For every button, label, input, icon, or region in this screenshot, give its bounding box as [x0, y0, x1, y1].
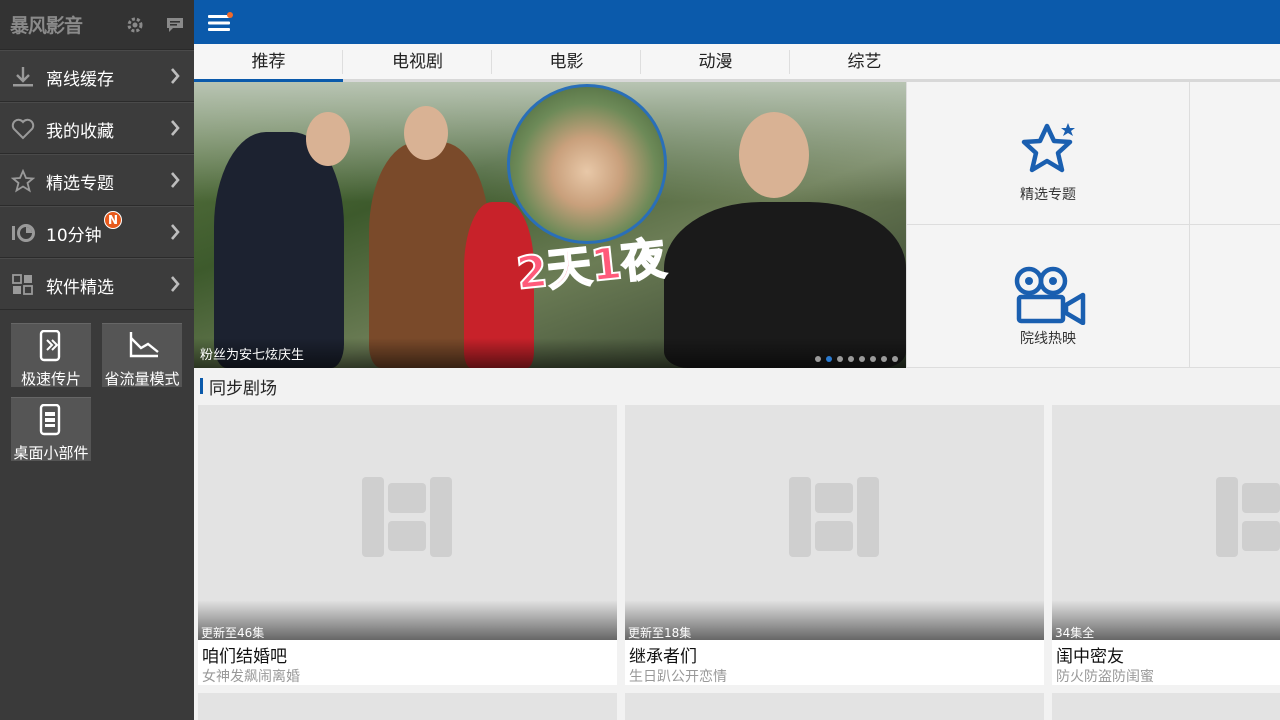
banner-caption-bar: 粉丝为安七炫庆生	[194, 338, 906, 368]
feature-featured-topics[interactable]: 精选专题	[906, 82, 1189, 225]
tile-widget[interactable]: 桌面小部件	[11, 397, 91, 462]
pager-dot[interactable]	[815, 356, 821, 362]
sidebar-item-favorites[interactable]: 我的收藏	[0, 102, 194, 154]
video-card-next-row[interactable]	[198, 693, 617, 720]
film-placeholder-icon	[789, 477, 879, 557]
video-thumbnail	[198, 405, 617, 640]
tab-movies[interactable]: 电影	[492, 44, 641, 80]
sidebar-item-label: 10分钟	[46, 226, 102, 246]
gear-icon[interactable]	[126, 16, 144, 34]
chevron-right-icon	[171, 224, 180, 240]
hero-banner[interactable]: 2天1夜 粉丝为安七炫庆生	[194, 82, 906, 368]
tile-data-saver[interactable]: 省流量模式	[102, 323, 182, 388]
category-tabs: 推荐 电视剧 电影 动漫 综艺	[194, 44, 1280, 82]
video-subtitle: 女神发飙闹离婚	[202, 669, 300, 685]
data-saver-icon	[129, 332, 159, 358]
show-logo-text: 2天1夜	[513, 232, 669, 300]
feature-tile-empty[interactable]	[1189, 225, 1280, 368]
video-card[interactable]: 34集全 闺中密友 防火防盗防闺蜜	[1052, 405, 1280, 685]
video-subtitle: 防火防盗防闺蜜	[1056, 669, 1154, 685]
feature-tile-empty[interactable]	[1189, 82, 1280, 225]
section-title: 同步剧场	[209, 378, 277, 399]
app-logo: 暴风影音	[10, 15, 83, 37]
film-placeholder-icon	[1216, 477, 1280, 557]
new-badge: N	[104, 211, 122, 229]
phone-transfer-icon	[39, 330, 61, 362]
sidebar-item-label: 离线缓存	[46, 70, 114, 90]
chevron-right-icon	[171, 276, 180, 292]
download-icon	[13, 67, 33, 87]
section-header: 同步剧场	[200, 376, 277, 399]
sidebar-item-ten-minutes[interactable]: 10分钟 N	[0, 206, 194, 258]
tab-recommended[interactable]: 推荐	[194, 44, 343, 82]
sidebar-item-featured-topics[interactable]: 精选专题	[0, 154, 194, 206]
notification-dot	[227, 12, 233, 18]
film-placeholder-icon	[362, 477, 452, 557]
sidebar: 暴风影音 离线缓存 我的收藏 精选专题 10分钟 N 软件精选 极速传片 省流量…	[0, 0, 194, 720]
sidebar-item-apps[interactable]: 软件精选	[0, 258, 194, 310]
episode-status: 34集全	[1055, 626, 1095, 640]
episode-status: 更新至46集	[201, 626, 265, 640]
tile-label: 省流量模式	[104, 370, 180, 388]
apps-grid-icon	[12, 274, 33, 295]
banner-figure-head	[739, 112, 809, 198]
video-title: 闺中密友	[1056, 647, 1124, 667]
pager-dot[interactable]	[870, 356, 876, 362]
feature-label: 精选专题	[1020, 187, 1076, 203]
video-subtitle: 生日趴公开恋情	[629, 669, 727, 685]
pager-dot[interactable]	[892, 356, 898, 362]
sidebar-header: 暴风影音	[0, 0, 194, 50]
video-thumbnail	[1052, 405, 1280, 640]
heart-icon	[11, 118, 35, 140]
sidebar-item-label: 精选专题	[46, 174, 114, 194]
episode-status: 更新至18集	[628, 626, 692, 640]
pager-dot[interactable]	[837, 356, 843, 362]
ten-minutes-icon	[12, 224, 35, 242]
video-title: 咱们结婚吧	[202, 647, 287, 667]
message-icon[interactable]	[166, 17, 184, 33]
section-accent-bar	[200, 378, 203, 394]
tile-label: 极速传片	[20, 370, 81, 388]
video-thumbnail	[625, 405, 1044, 640]
banner-figure	[214, 132, 344, 368]
video-card[interactable]: 更新至46集 咱们结婚吧 女神发飙闹离婚	[198, 405, 617, 685]
star-icon	[1021, 123, 1075, 173]
video-title: 继承者们	[629, 647, 697, 667]
banner-figure-head	[306, 112, 350, 166]
star-icon	[11, 169, 35, 193]
tab-variety[interactable]: 综艺	[790, 44, 939, 80]
tab-tv-series[interactable]: 电视剧	[343, 44, 492, 80]
chevron-right-icon	[171, 120, 180, 136]
video-card-next-row[interactable]	[1052, 693, 1280, 720]
video-card[interactable]: 更新至18集 继承者们 生日趴公开恋情	[625, 405, 1044, 685]
pager-dot[interactable]	[859, 356, 865, 362]
tile-fast-transfer[interactable]: 极速传片	[11, 323, 91, 388]
banner-pager	[815, 356, 898, 362]
film-camera-icon	[1014, 266, 1086, 325]
sidebar-item-label: 软件精选	[46, 278, 114, 298]
video-card-next-row[interactable]	[625, 693, 1044, 720]
banner-circle-photo	[507, 84, 667, 244]
chevron-right-icon	[171, 68, 180, 84]
banner-figure-head	[404, 106, 448, 160]
pager-dot[interactable]	[826, 356, 832, 362]
chevron-right-icon	[171, 172, 180, 188]
sidebar-item-label: 我的收藏	[46, 122, 114, 142]
top-bar	[194, 0, 1280, 44]
feature-in-theaters[interactable]: 院线热映	[906, 225, 1189, 368]
pager-dot[interactable]	[848, 356, 854, 362]
widget-icon	[39, 404, 61, 436]
feature-label: 院线热映	[1020, 331, 1076, 347]
banner-caption: 粉丝为安七炫庆生	[200, 348, 305, 363]
tab-anime[interactable]: 动漫	[641, 44, 790, 80]
pager-dot[interactable]	[881, 356, 887, 362]
tile-label: 桌面小部件	[13, 444, 89, 462]
sidebar-item-offline-cache[interactable]: 离线缓存	[0, 50, 194, 102]
